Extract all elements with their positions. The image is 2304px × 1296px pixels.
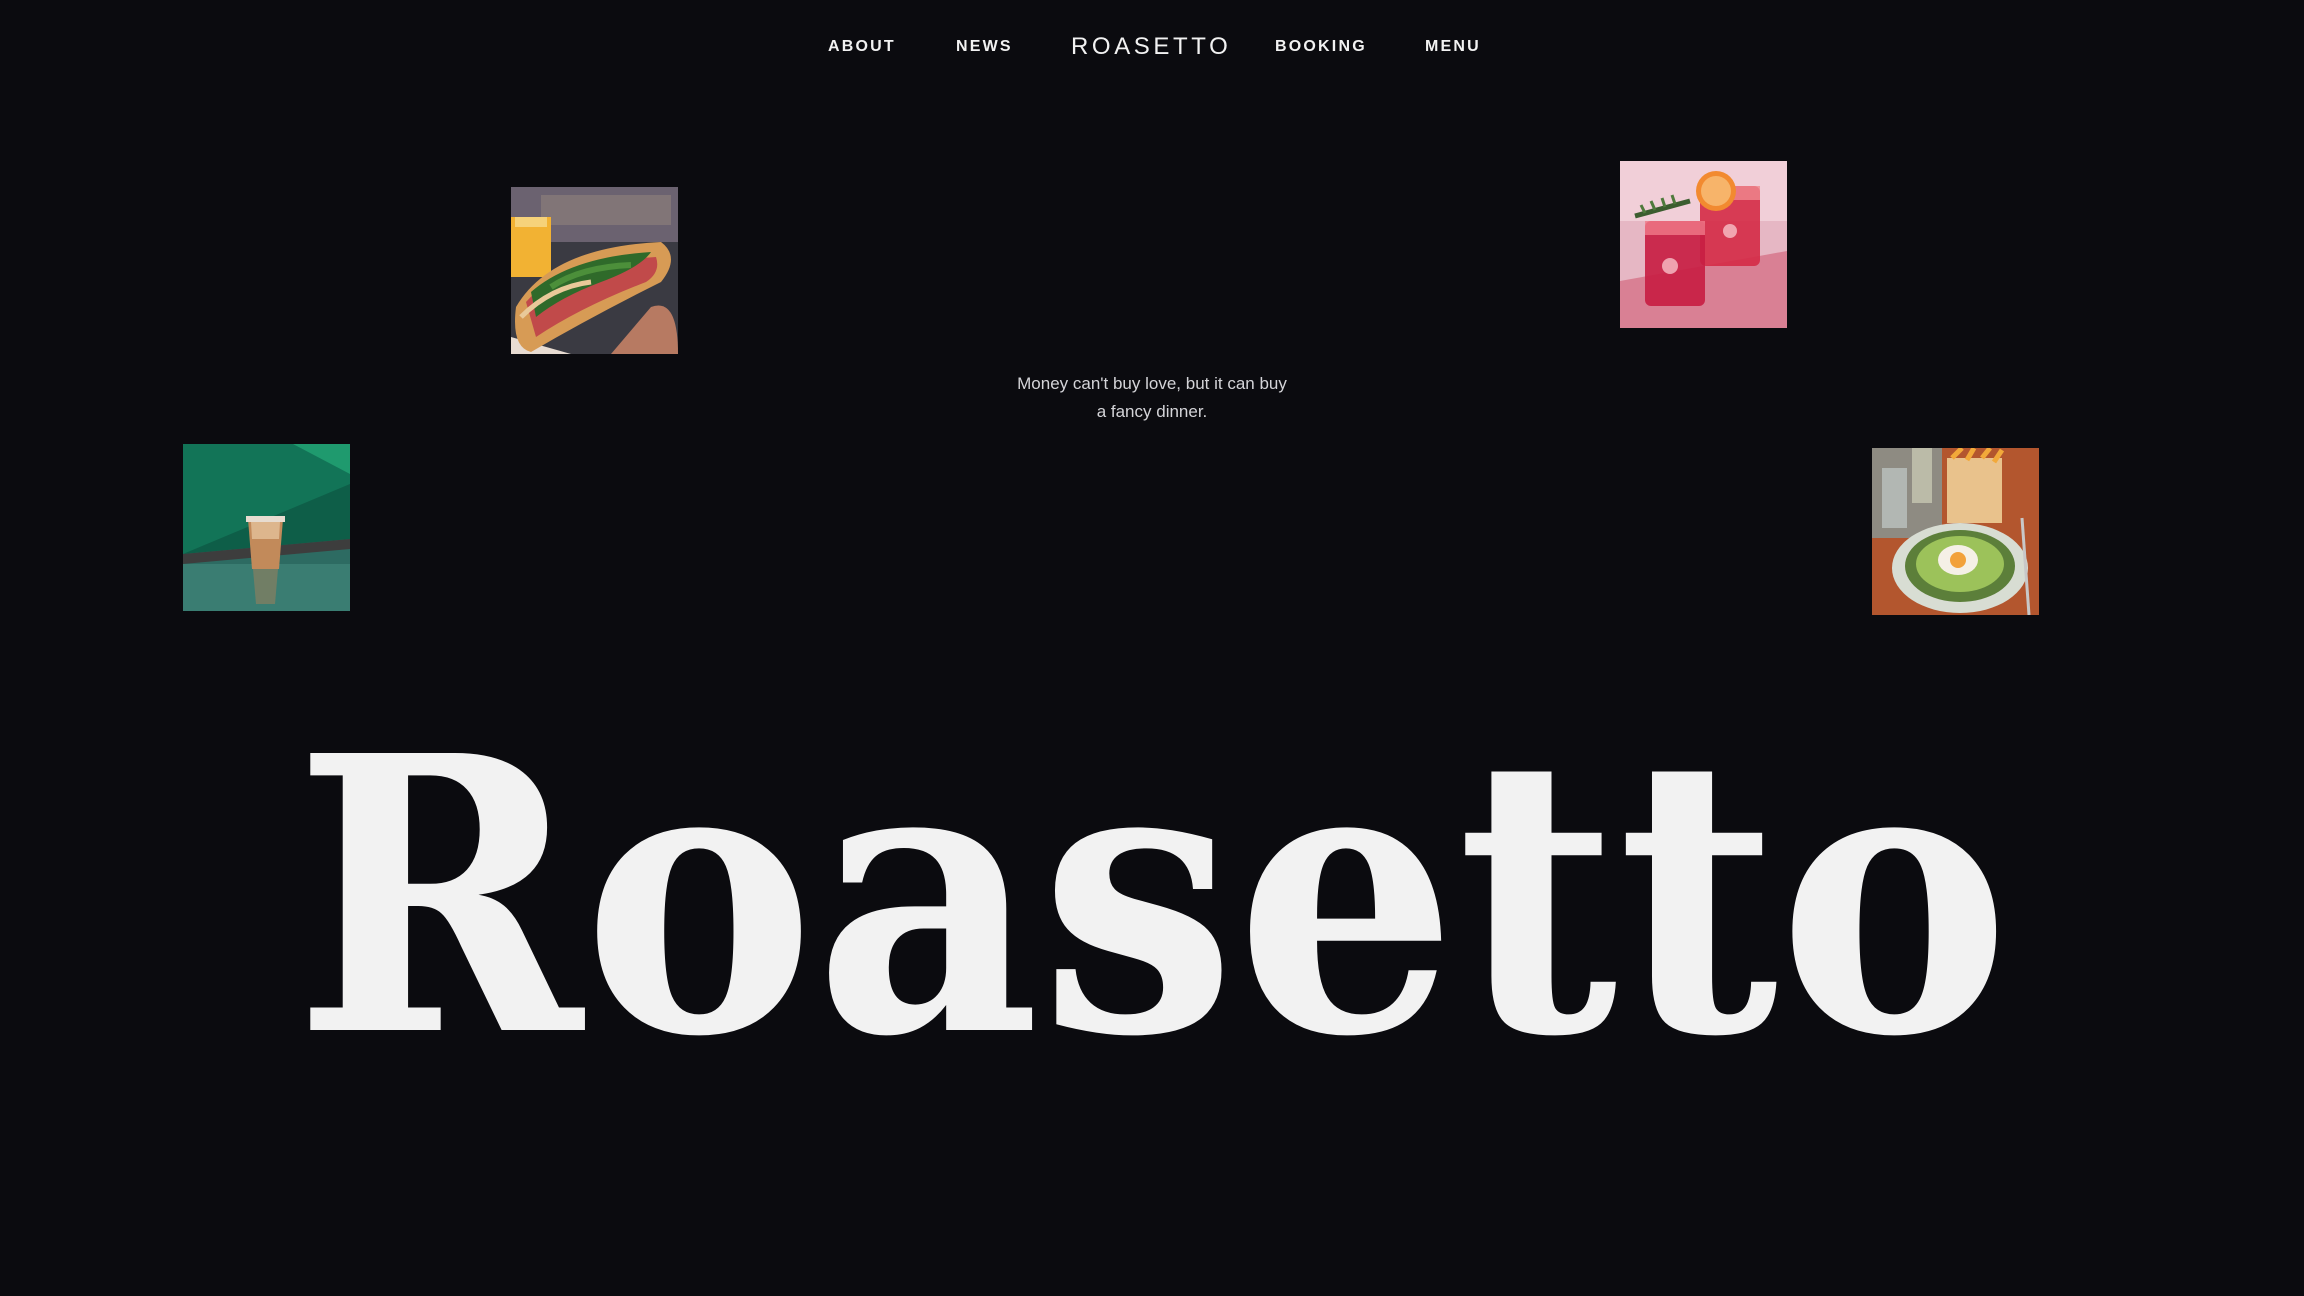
cocktails-photo	[1620, 161, 1787, 328]
nav-booking-link[interactable]: BOOKING	[1275, 38, 1367, 56]
nav-about-link[interactable]: ABOUT	[828, 38, 896, 56]
top-navigation: ABOUT NEWS ROASETTO BOOKING MENU	[0, 0, 2304, 100]
nav-menu-link[interactable]: MENU	[1425, 38, 1481, 56]
iced-coffee-photo	[183, 444, 350, 611]
hero-wordmark-text: Roasetto	[294, 673, 2010, 1080]
tagline-line-2: a fancy dinner.	[1096, 402, 1208, 421]
sandwich-photo	[511, 187, 678, 354]
nav-news-link[interactable]: NEWS	[956, 38, 1013, 56]
brand-logo-link[interactable]: ROASETTO	[1071, 33, 1231, 61]
hero-wordmark: Roasetto	[294, 673, 2010, 1080]
tagline: Money can't buy love, but it can buy a f…	[952, 370, 1352, 426]
soup-bowl-photo	[1872, 448, 2039, 615]
tagline-line-1: Money can't buy love, but it can buy	[1017, 374, 1287, 393]
